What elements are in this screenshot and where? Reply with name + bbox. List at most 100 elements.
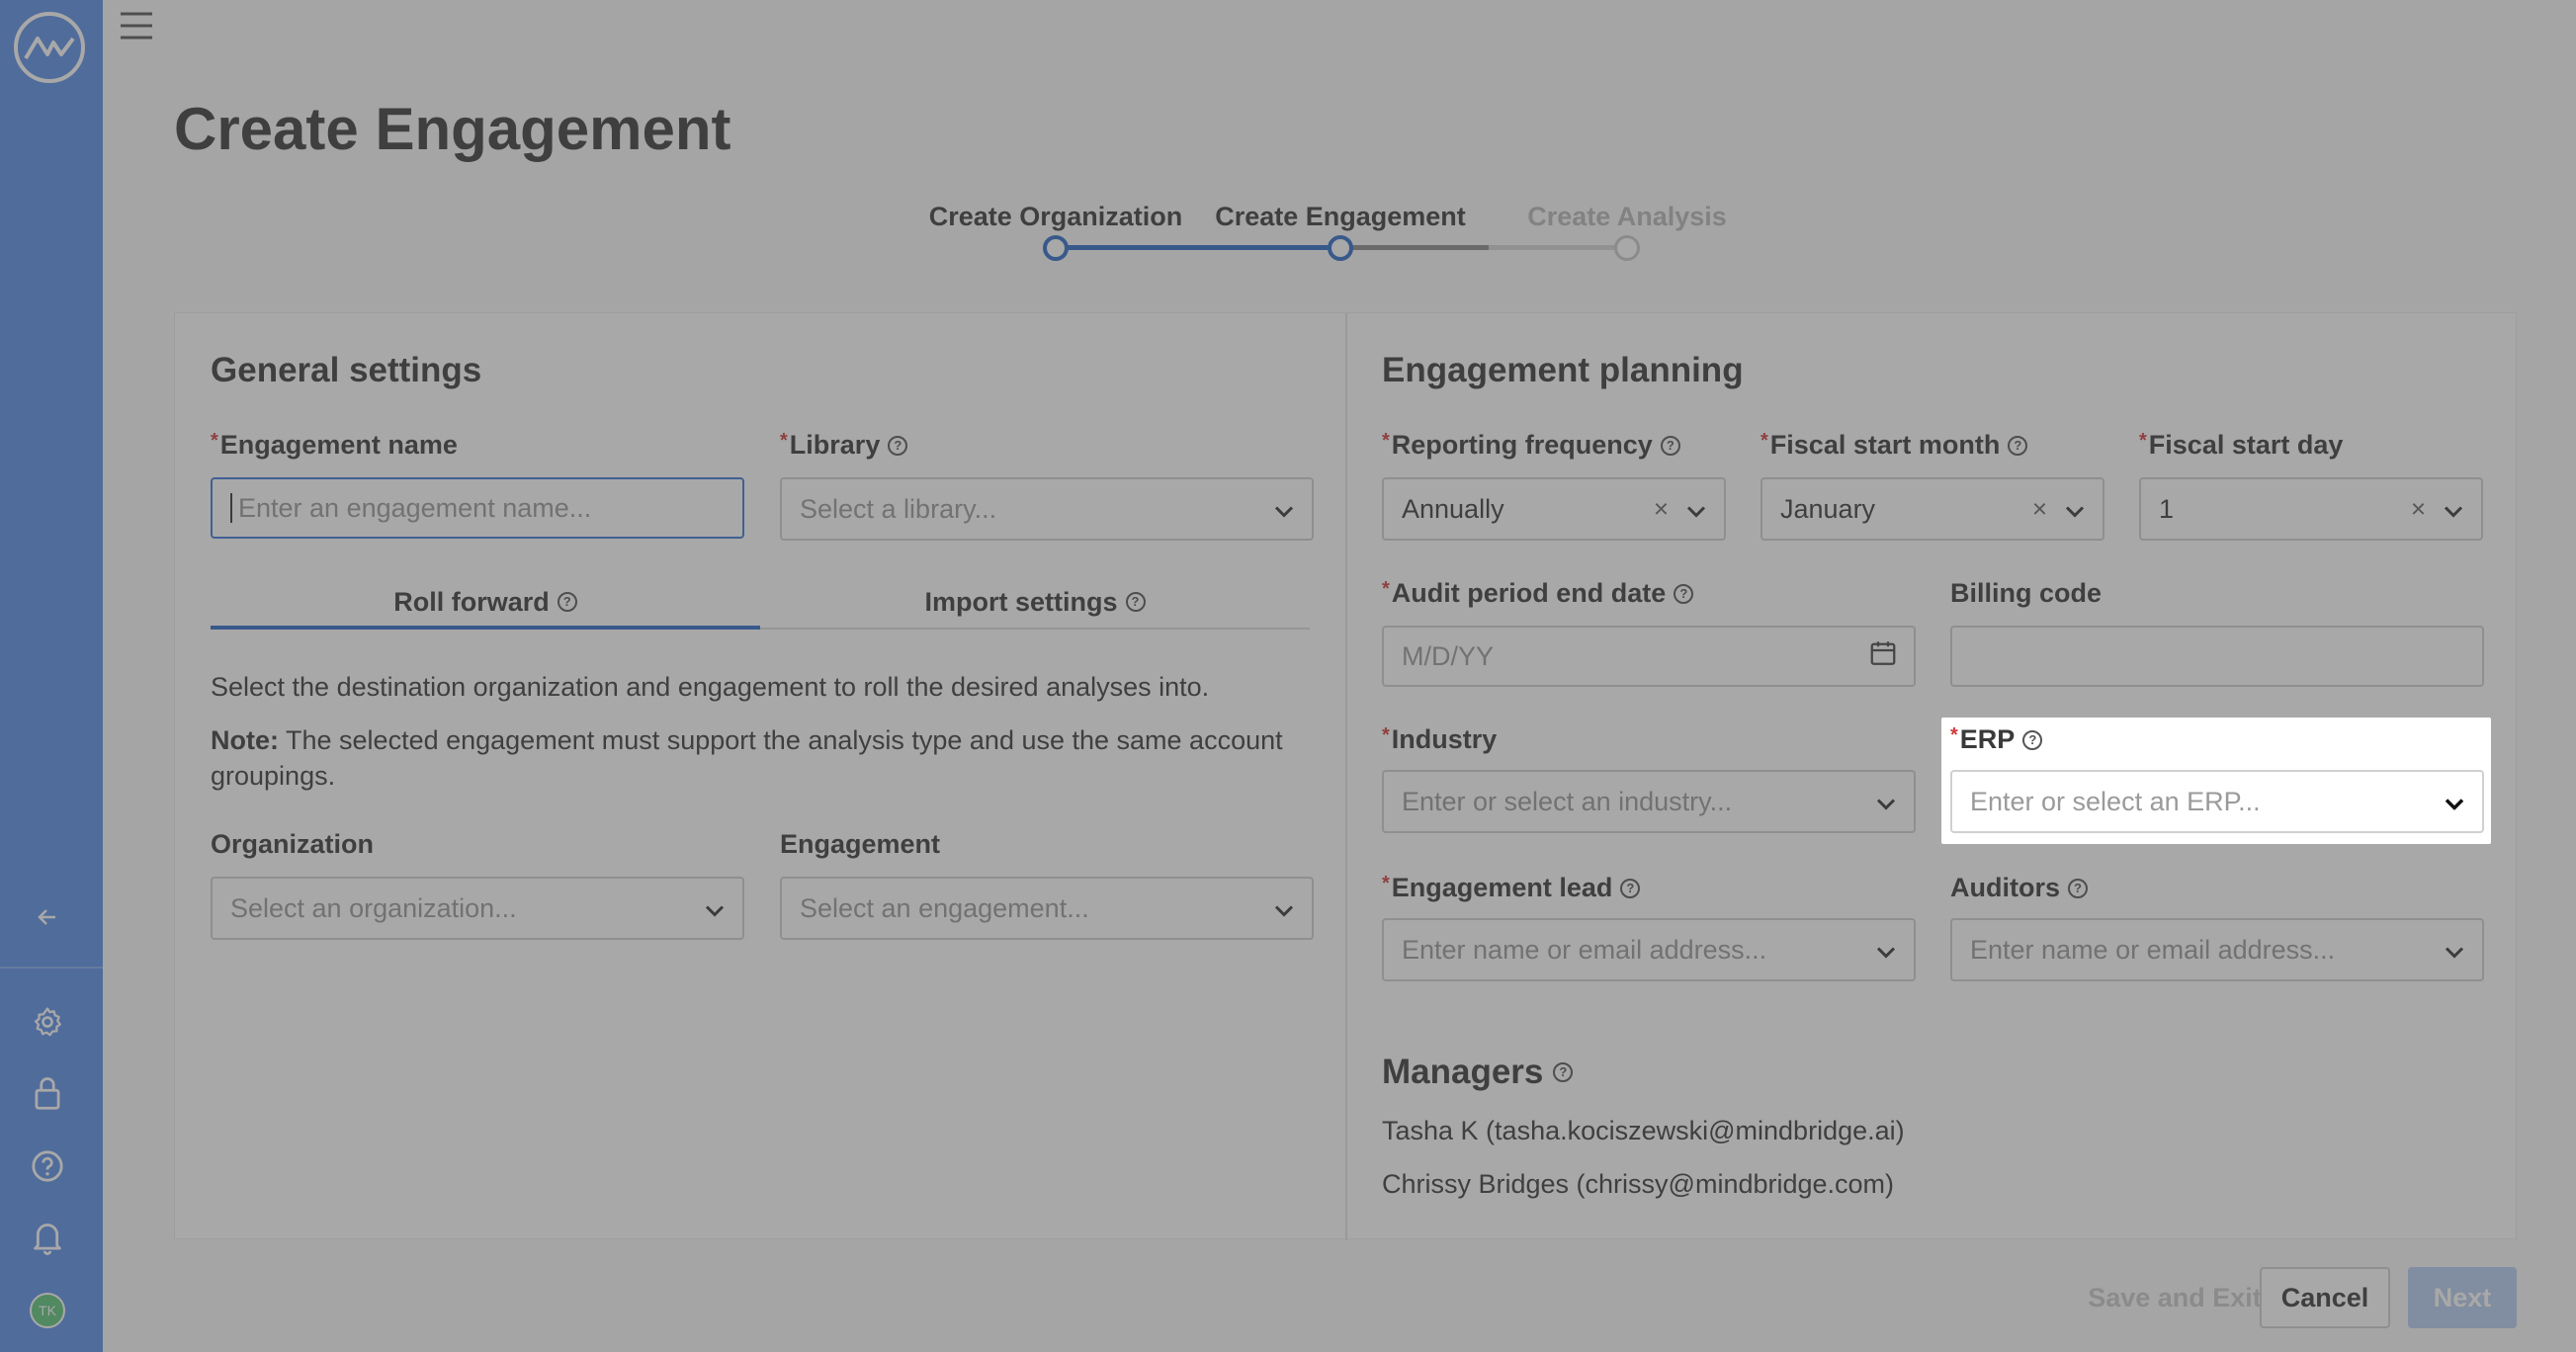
organization-placeholder: Select an organization... xyxy=(230,892,517,923)
help-circle-icon[interactable]: ? xyxy=(1660,435,1680,456)
billing-code-input[interactable] xyxy=(1950,626,2484,687)
stepper: Create Organization Create Engagement Cr… xyxy=(929,198,1760,267)
avatar[interactable]: TK xyxy=(30,1293,65,1328)
required-marker: * xyxy=(2139,430,2147,452)
required-marker: * xyxy=(1382,430,1390,452)
erp-label-text: ERP xyxy=(1959,724,2016,754)
chevron-down-icon xyxy=(2065,494,2085,525)
lock-icon[interactable] xyxy=(24,1069,71,1117)
calendar-icon[interactable] xyxy=(1868,638,1898,675)
required-marker: * xyxy=(1950,724,1958,746)
logo-icon[interactable] xyxy=(14,12,85,83)
chevron-down-icon xyxy=(1686,494,1706,525)
fiscal-start-day-select[interactable]: 1 × xyxy=(2139,477,2483,541)
menu-icon[interactable] xyxy=(117,8,156,43)
library-label-text: Library xyxy=(789,430,881,460)
erp-label: * ERP ? xyxy=(1950,724,2043,755)
engagement-name-label-text: Engagement name xyxy=(219,430,458,460)
engagement-lead-label: * Engagement lead ? xyxy=(1382,873,1641,903)
tab-roll-forward-label: Roll forward xyxy=(393,586,550,617)
chevron-down-icon xyxy=(705,893,725,924)
audit-period-placeholder: M/D/YY xyxy=(1402,640,1495,671)
fiscal-start-day-label-text: Fiscal start day xyxy=(2148,430,2344,460)
audit-period-date-input[interactable]: M/D/YY xyxy=(1382,626,1916,687)
engagement-name-input[interactable]: Enter an engagement name... xyxy=(211,477,744,539)
tab-import-settings-label: Import settings xyxy=(924,586,1118,617)
industry-label: * Industry xyxy=(1382,724,1497,755)
reporting-frequency-value: Annually xyxy=(1402,493,1504,524)
audit-period-label-text: Audit period end date xyxy=(1391,578,1667,608)
clear-icon[interactable]: × xyxy=(2411,494,2426,525)
text-cursor xyxy=(230,493,232,523)
engagement-name-label: * Engagement name xyxy=(211,430,458,461)
auditors-label: Auditors ? xyxy=(1950,873,2088,903)
industry-placeholder: Enter or select an industry... xyxy=(1402,786,1733,816)
help-circle-icon[interactable]: ? xyxy=(1553,1062,1574,1082)
engagement-select[interactable]: Select an engagement... xyxy=(780,877,1314,940)
engagement-lead-label-text: Engagement lead xyxy=(1391,873,1613,902)
auditors-placeholder: Enter name or email address... xyxy=(1970,934,2336,965)
chevron-down-icon xyxy=(1876,787,1896,817)
engagement-planning-title: Engagement planning xyxy=(1382,351,1744,389)
step-dot-organization xyxy=(1043,235,1069,261)
tab-roll-forward[interactable]: Roll forward ? xyxy=(211,572,760,632)
help-circle-icon[interactable]: ? xyxy=(1620,878,1641,898)
chevron-down-icon xyxy=(1274,494,1294,525)
help-icon[interactable] xyxy=(24,1142,71,1190)
industry-select[interactable]: Enter or select an industry... xyxy=(1382,770,1916,833)
engagement-lead-select[interactable]: Enter name or email address... xyxy=(1382,918,1916,981)
roll-forward-note: Note: The selected engagement must suppo… xyxy=(211,722,1318,794)
fiscal-start-month-label: * Fiscal start month ? xyxy=(1760,430,2028,461)
chevron-down-icon xyxy=(1876,935,1896,966)
stepper-partial-line xyxy=(1340,245,1489,250)
reporting-frequency-select[interactable]: Annually × xyxy=(1382,477,1726,541)
library-select[interactable]: Select a library... xyxy=(780,477,1314,541)
engagement-name-placeholder: Enter an engagement name... xyxy=(238,492,592,523)
roll-forward-description: Select the destination organization and … xyxy=(211,672,1210,702)
reporting-frequency-label: * Reporting frequency ? xyxy=(1382,430,1680,461)
help-circle-icon[interactable]: ? xyxy=(1125,592,1146,612)
cancel-button[interactable]: Cancel xyxy=(2260,1267,2390,1328)
gear-icon[interactable] xyxy=(24,998,71,1046)
erp-select[interactable]: Enter or select an ERP... xyxy=(1950,770,2484,833)
erp-placeholder: Enter or select an ERP... xyxy=(1970,786,2261,816)
billing-code-label: Billing code xyxy=(1950,578,2103,608)
help-circle-icon[interactable]: ? xyxy=(557,592,577,612)
engagement-lead-placeholder: Enter name or email address... xyxy=(1402,934,1767,965)
note-text: The selected engagement must support the… xyxy=(211,725,1283,791)
required-marker: * xyxy=(211,430,218,452)
chevron-down-icon xyxy=(2444,494,2463,525)
save-and-exit-button[interactable]: Save and Exit xyxy=(2062,1267,2287,1328)
reporting-frequency-label-text: Reporting frequency xyxy=(1391,430,1653,460)
engagement-placeholder: Select an engagement... xyxy=(800,892,1089,923)
fiscal-start-month-value: January xyxy=(1780,493,1876,524)
help-circle-icon[interactable]: ? xyxy=(1674,583,1694,604)
audit-period-label: * Audit period end date ? xyxy=(1382,578,1694,609)
clear-icon[interactable]: × xyxy=(2032,494,2047,525)
form-card: General settings * Engagement name Enter… xyxy=(174,312,2517,1240)
general-settings-title: General settings xyxy=(211,351,482,389)
chevron-down-icon xyxy=(1274,893,1294,924)
fiscal-start-month-select[interactable]: January × xyxy=(1760,477,2104,541)
auditors-select[interactable]: Enter name or email address... xyxy=(1950,918,2484,981)
required-marker: * xyxy=(1760,430,1768,452)
sidebar: TK xyxy=(0,0,103,1352)
help-circle-icon[interactable]: ? xyxy=(2008,435,2028,456)
clear-icon[interactable]: × xyxy=(1654,494,1669,525)
step-label-organization: Create Organization xyxy=(928,202,1183,231)
tab-import-settings[interactable]: Import settings ? xyxy=(760,572,1310,632)
required-marker: * xyxy=(1382,578,1390,600)
stepper-progress-line xyxy=(1056,245,1340,250)
tab-active-indicator xyxy=(211,626,760,630)
next-button[interactable]: Next xyxy=(2408,1267,2517,1328)
help-circle-icon[interactable]: ? xyxy=(888,435,908,456)
note-label: Note: xyxy=(211,725,279,755)
help-circle-icon[interactable]: ? xyxy=(2022,729,2043,750)
collapse-icon[interactable] xyxy=(24,893,71,941)
manager-item: Tasha K (tasha.kociszewski@mindbridge.ai… xyxy=(1382,1116,1905,1145)
engagement-label: Engagement xyxy=(780,829,941,859)
organization-select[interactable]: Select an organization... xyxy=(211,877,744,940)
help-circle-icon[interactable]: ? xyxy=(2068,878,2088,898)
chevron-down-icon xyxy=(2445,935,2464,966)
bell-icon[interactable] xyxy=(24,1214,71,1261)
